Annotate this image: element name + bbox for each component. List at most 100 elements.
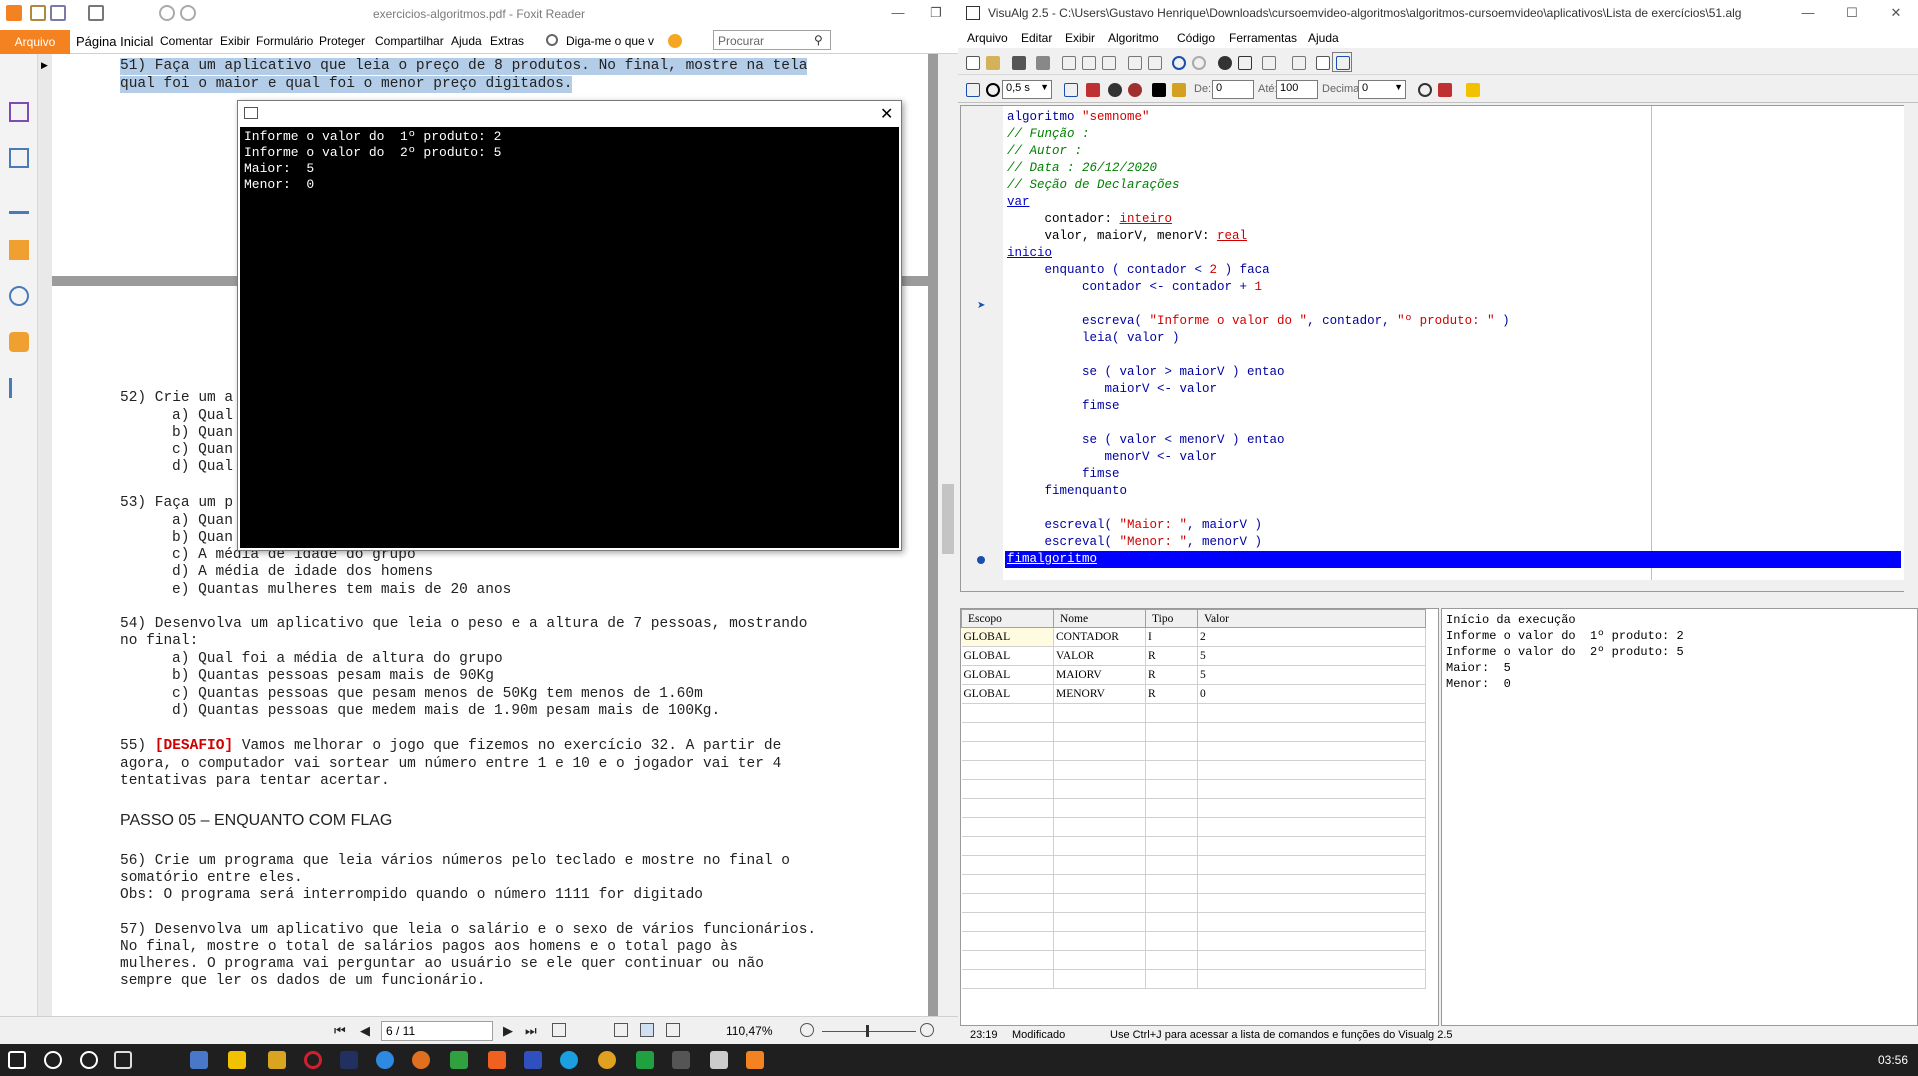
previous-page-icon[interactable]: ◀	[360, 1023, 370, 1039]
find-icon[interactable]	[1214, 52, 1234, 72]
attachment-icon[interactable]	[9, 286, 29, 306]
skype-icon[interactable]	[560, 1051, 578, 1069]
zoom-in-icon[interactable]	[920, 1023, 934, 1037]
tab-ajuda[interactable]: Ajuda	[451, 34, 482, 48]
opera-icon[interactable]	[304, 1051, 322, 1069]
next-page-icon[interactable]: ▶	[503, 1023, 513, 1039]
open-icon[interactable]	[982, 52, 1002, 72]
side-panel-collapse[interactable]: ▶	[38, 54, 52, 1016]
tab-arquivo[interactable]: Arquivo	[0, 30, 70, 54]
app-icon[interactable]	[412, 1051, 430, 1069]
comments-icon[interactable]	[9, 240, 29, 260]
zoom-slider-thumb[interactable]	[866, 1025, 869, 1037]
continuous-page-icon[interactable]	[640, 1023, 654, 1037]
tab-compartilhar[interactable]: Compartilhar	[375, 34, 444, 48]
lock-icon[interactable]	[9, 332, 29, 352]
panel-toggle-icon[interactable]	[1332, 52, 1352, 72]
zoom-slider[interactable]	[822, 1031, 916, 1032]
pages-icon[interactable]	[9, 148, 29, 168]
photoshop-icon[interactable]	[340, 1051, 358, 1069]
code-editor[interactable]: ➤ algoritmo "semnome" // Função : // Aut…	[960, 105, 1906, 592]
cut-icon[interactable]	[1058, 52, 1078, 72]
app-icon[interactable]	[524, 1051, 542, 1069]
dos-icon[interactable]	[1148, 79, 1168, 99]
execution-output-panel[interactable]: Início da execução Informe o valor do 1º …	[1441, 608, 1918, 1026]
new-file-icon[interactable]	[962, 52, 982, 72]
facing-page-icon[interactable]	[666, 1023, 680, 1037]
paste-icon[interactable]	[1098, 52, 1118, 72]
grid-icon[interactable]	[1434, 79, 1454, 99]
menu-editar[interactable]: Editar	[1021, 31, 1052, 45]
timer-icon[interactable]	[982, 79, 1002, 99]
search-input[interactable]: Procurar ⚲	[713, 30, 831, 50]
menu-algoritmo[interactable]: Algoritmo	[1108, 31, 1159, 45]
chrome-icon[interactable]	[598, 1051, 616, 1069]
close-button[interactable]: ✕	[1874, 0, 1918, 26]
brave-icon[interactable]	[488, 1051, 506, 1069]
breakpoint-marker-icon[interactable]: ➤	[977, 300, 985, 311]
bookmark-icon[interactable]	[9, 102, 29, 122]
copy-icon[interactable]	[1078, 52, 1098, 72]
editor-vertical-scrollbar[interactable]	[1904, 105, 1916, 592]
list-icon[interactable]	[1288, 52, 1308, 72]
start-icon[interactable]	[8, 1051, 26, 1069]
outdent-icon[interactable]	[1144, 52, 1164, 72]
table-row[interactable]: GLOBAL CONTADOR I 2	[961, 627, 1426, 647]
format-icon[interactable]	[1312, 52, 1332, 72]
close-icon[interactable]: ✕	[880, 104, 893, 124]
calculator-icon[interactable]	[190, 1051, 208, 1069]
minimize-button[interactable]: —	[1786, 0, 1830, 26]
ate-input[interactable]: 100	[1276, 80, 1318, 99]
replace-icon[interactable]	[1234, 52, 1254, 72]
tab-comentar[interactable]: Comentar	[160, 34, 213, 48]
table-row[interactable]: GLOBAL VALOR R 5	[961, 646, 1426, 666]
save-icon[interactable]	[1008, 52, 1028, 72]
tab-formulario[interactable]: Formulário	[256, 34, 313, 48]
page-number-input[interactable]: 6 / 11	[381, 1021, 493, 1041]
signature-icon[interactable]	[9, 378, 29, 398]
first-page-icon[interactable]: ⏮	[334, 1023, 346, 1039]
col-valor[interactable]: Valor	[1197, 609, 1426, 628]
menu-ajuda[interactable]: Ajuda	[1308, 31, 1339, 45]
scroll-thumb[interactable]	[942, 484, 954, 554]
zoom-level[interactable]: 110,47%	[726, 1024, 772, 1038]
stop-icon[interactable]	[1082, 79, 1102, 99]
zoom-icon[interactable]	[1414, 79, 1434, 99]
help-icon[interactable]	[1462, 79, 1482, 99]
menu-ferramentas[interactable]: Ferramentas	[1229, 31, 1297, 45]
single-page-icon[interactable]	[614, 1023, 628, 1037]
tell-me-input[interactable]: Diga-me o que v	[566, 34, 654, 48]
tab-extras[interactable]: Extras	[490, 34, 524, 48]
foxit-vertical-scrollbar[interactable]	[938, 54, 958, 1016]
restore-button[interactable]: ❐	[914, 0, 958, 26]
file-explorer-icon[interactable]	[268, 1051, 286, 1069]
smiley-icon[interactable]	[668, 34, 682, 48]
de-input[interactable]: 0	[1212, 80, 1254, 99]
indent-icon[interactable]	[1124, 52, 1144, 72]
redo-icon[interactable]	[1188, 52, 1208, 72]
foxit-taskbar-icon[interactable]	[746, 1051, 764, 1069]
clock[interactable]: 03:56	[1878, 1053, 1908, 1067]
table-row[interactable]: GLOBAL MENORV R 0	[961, 684, 1426, 704]
last-page-icon[interactable]: ⏭	[525, 1023, 537, 1039]
chevron-down-icon[interactable]: ▼	[1394, 82, 1403, 92]
tools-icon[interactable]	[1168, 79, 1188, 99]
app-icon[interactable]	[450, 1051, 468, 1069]
app-icon[interactable]	[376, 1051, 394, 1069]
console-window[interactable]: ✕ Informe o valor do 1º produto: 2 Inform…	[237, 100, 902, 551]
print-icon[interactable]	[1032, 52, 1052, 72]
search-icon[interactable]: ⚲	[814, 33, 823, 47]
editor-gutter[interactable]: ➤	[961, 106, 1003, 580]
col-tipo[interactable]: Tipo	[1145, 609, 1198, 628]
table-row[interactable]: GLOBAL MAIORV R 5	[961, 665, 1426, 685]
comment-icon[interactable]	[1258, 52, 1278, 72]
debug-icon[interactable]	[1124, 79, 1144, 99]
maximize-button[interactable]: ☐	[1830, 0, 1874, 26]
undo-icon[interactable]	[1168, 52, 1188, 72]
code-text[interactable]: algoritmo "semnome" // Função : // Autor…	[1005, 109, 1901, 579]
app-icon[interactable]	[672, 1051, 690, 1069]
task-view-icon[interactable]	[114, 1051, 132, 1069]
chevron-down-icon[interactable]: ▼	[1040, 82, 1049, 92]
search-icon[interactable]	[44, 1051, 62, 1069]
variables-panel[interactable]: Escopo Nome Tipo Valor GLOBAL CONTADOR I 2 …	[960, 608, 1439, 1026]
